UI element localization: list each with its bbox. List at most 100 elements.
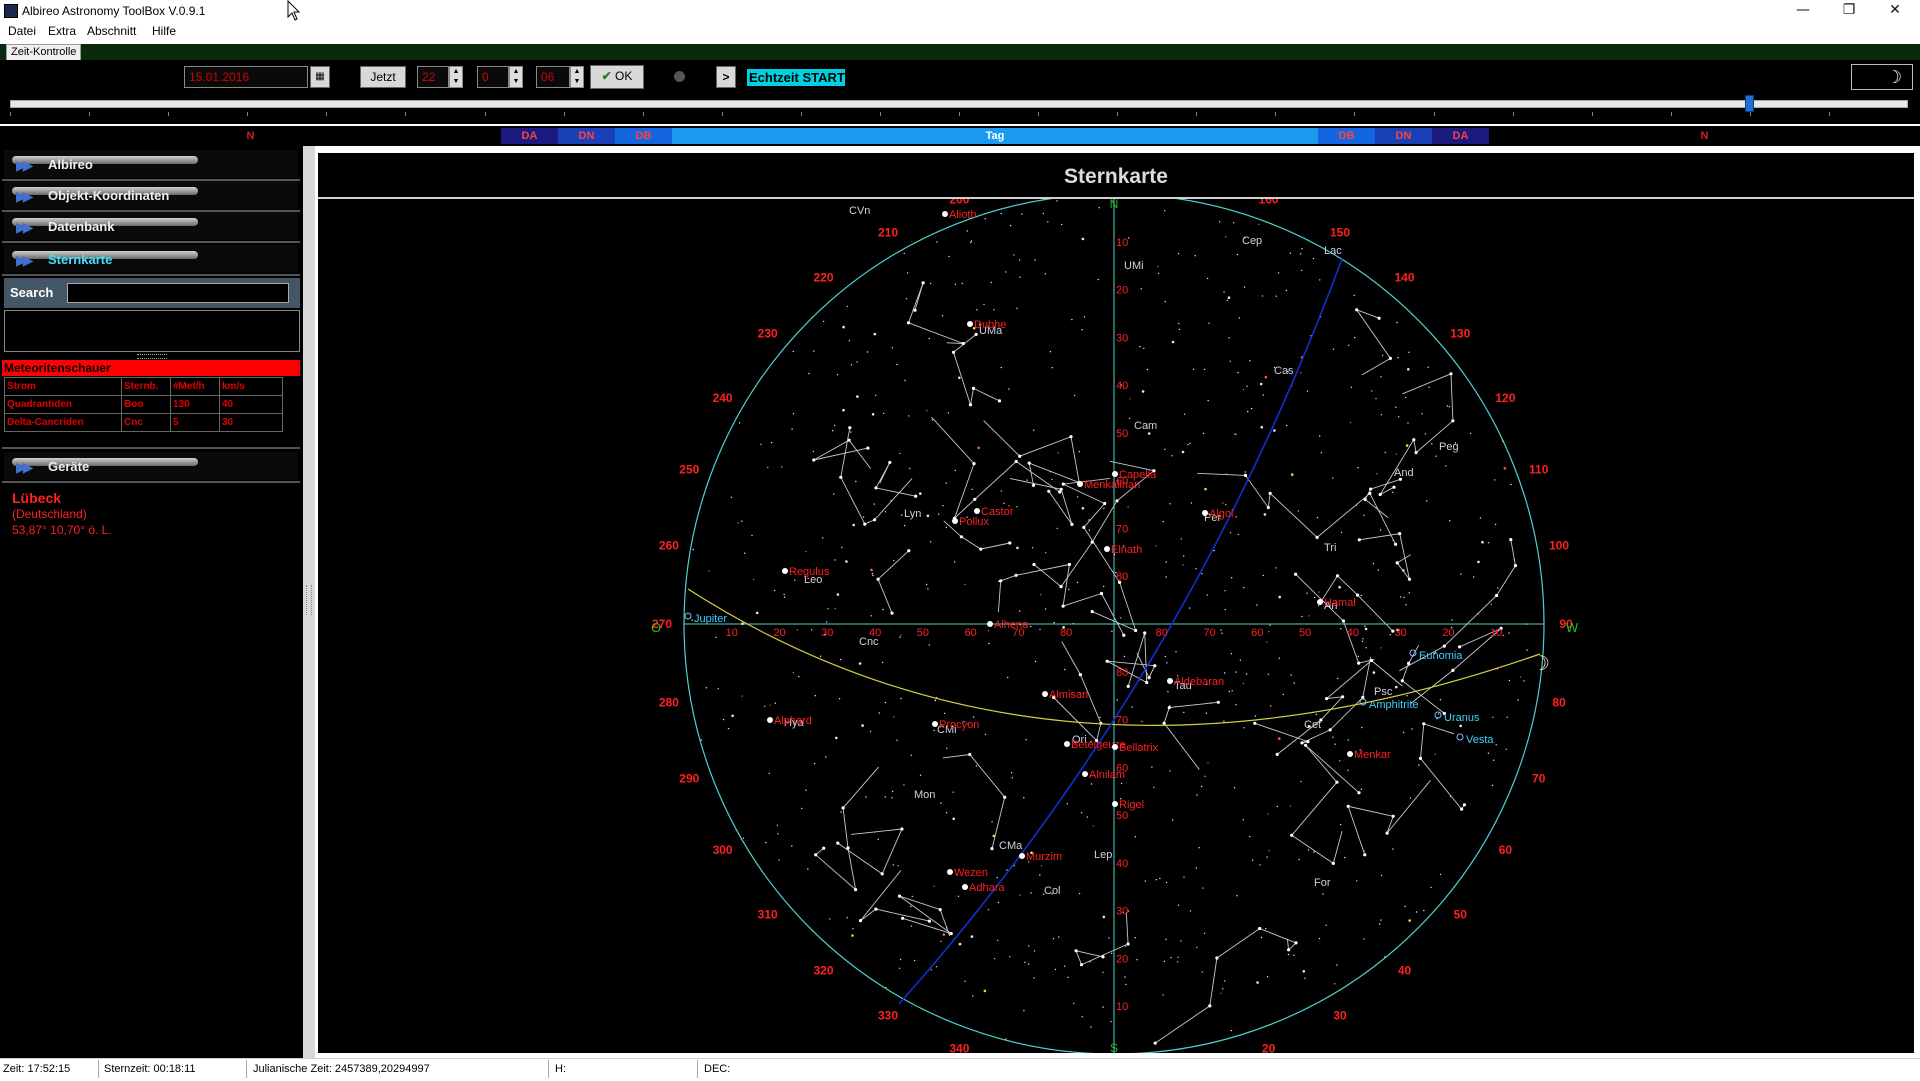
azimuth-label: 250: [679, 462, 699, 476]
time-slider[interactable]: [10, 100, 1908, 108]
constellation-line: [840, 427, 913, 525]
nav-sternkarte[interactable]: ▶▶ Sternkarte: [4, 245, 298, 273]
constellation-star: [1369, 487, 1373, 491]
star: [1405, 444, 1409, 447]
menu-hilfe[interactable]: Hilfe: [152, 24, 176, 38]
star: [1053, 621, 1055, 624]
menu-abschnitt[interactable]: Abschnitt: [87, 24, 136, 38]
star: [1129, 398, 1131, 400]
star: [1092, 825, 1094, 827]
star: [1231, 690, 1233, 692]
panel-resize-handle[interactable]: [137, 354, 167, 359]
star-map[interactable]: 1020304050607080901001101201301401501601…: [318, 199, 1914, 1053]
constellation-star: [1031, 483, 1036, 487]
hour-field[interactable]: 22: [417, 66, 449, 88]
nav-datenbank[interactable]: ▶▶ Datenbank: [4, 212, 298, 240]
constellation-star: [1356, 593, 1360, 597]
slider-ticks: [10, 112, 1830, 116]
star: [1166, 662, 1168, 664]
record-icon[interactable]: [674, 71, 685, 82]
star: [884, 796, 886, 798]
constellation-star: [1266, 506, 1270, 510]
nav-albireo[interactable]: ▶▶ Albireo: [4, 150, 298, 178]
constellation-label: Col: [1044, 885, 1061, 897]
star: [1090, 1026, 1092, 1028]
constellation-star: [951, 350, 956, 354]
nav-objekt-koordinaten[interactable]: ▶▶ Objekt-Koordinaten: [4, 181, 298, 209]
star: [1128, 237, 1130, 239]
star: [1492, 716, 1494, 718]
constellation-star: [1153, 664, 1157, 668]
star: [1493, 759, 1495, 761]
star: [1258, 223, 1260, 226]
now-button[interactable]: Jetzt: [360, 66, 406, 88]
ok-button[interactable]: ✔ OK: [590, 65, 644, 89]
star: [1347, 769, 1349, 771]
minute-stepper[interactable]: ▲ ▼: [509, 66, 523, 88]
star: [1260, 425, 1264, 429]
minute-field[interactable]: 0: [477, 66, 509, 88]
azimuth-label: 140: [1394, 271, 1414, 285]
star: [893, 716, 895, 718]
star: [1246, 385, 1248, 387]
star: [1078, 892, 1081, 895]
constellation-star: [1167, 706, 1171, 710]
search-input[interactable]: [67, 283, 289, 303]
star: [850, 431, 852, 433]
star: [768, 772, 770, 775]
menu-datei[interactable]: Datei: [8, 24, 36, 38]
second-field[interactable]: 06: [536, 66, 570, 88]
star: [1235, 433, 1237, 436]
second-stepper[interactable]: ▲ ▼: [570, 66, 584, 88]
star: [834, 607, 836, 610]
realtime-start-button[interactable]: Echtzeit START: [747, 69, 845, 86]
star: [971, 488, 973, 490]
double-arrow-icon: ▶▶: [16, 459, 33, 475]
star: [1362, 638, 1364, 640]
date-field[interactable]: 15.01.2016: [184, 66, 308, 88]
bright-star: [782, 568, 788, 574]
constellation-star: [968, 403, 973, 407]
azimuth-label: 50: [1454, 908, 1468, 922]
table-cell: Boo: [121, 395, 171, 414]
star: [1325, 924, 1327, 926]
constellation-star: [1058, 490, 1062, 494]
star: [1332, 477, 1334, 479]
star: [1336, 964, 1338, 966]
minimize-button[interactable]: —: [1780, 0, 1826, 22]
menu-extra[interactable]: Extra: [48, 24, 76, 38]
hour-stepper[interactable]: ▲ ▼: [449, 66, 463, 88]
star: [1039, 628, 1041, 631]
segment-night-evening: N: [1489, 128, 1920, 144]
calendar-icon[interactable]: ▦: [310, 66, 330, 88]
star: [1228, 337, 1230, 339]
moon-phase-button[interactable]: ☽: [1851, 64, 1913, 90]
constellation-star: [1258, 926, 1262, 931]
star: [1236, 895, 1238, 897]
constellation-star: [1126, 684, 1130, 688]
play-button[interactable]: >: [716, 66, 736, 88]
star: [1064, 965, 1066, 967]
close-button[interactable]: ✕: [1872, 0, 1918, 22]
star: [1363, 938, 1365, 940]
star: [1223, 672, 1226, 674]
restore-button[interactable]: ❐: [1826, 0, 1872, 22]
bright-star: [1347, 751, 1353, 757]
star: [1428, 386, 1430, 388]
constellation-label: Peg: [1439, 441, 1459, 453]
nav-geraete[interactable]: ▶▶ Geräte: [4, 452, 298, 480]
check-icon: ✔: [601, 69, 612, 83]
azimuth-label: 320: [813, 963, 833, 977]
table-row[interactable]: Quadrantiden Boo 130 40: [4, 395, 283, 414]
star: [1169, 503, 1171, 505]
star: [752, 578, 755, 581]
app-icon: [4, 4, 18, 18]
star: [1194, 255, 1196, 257]
splitter-grip[interactable]: [306, 585, 312, 615]
star: [1379, 529, 1382, 531]
star: [1103, 507, 1105, 510]
table-row[interactable]: Delta-Cancriden Cnc 5 30: [4, 413, 283, 432]
star: [791, 845, 793, 847]
constellation-star: [814, 853, 818, 857]
time-slider-thumb[interactable]: [1744, 95, 1754, 112]
